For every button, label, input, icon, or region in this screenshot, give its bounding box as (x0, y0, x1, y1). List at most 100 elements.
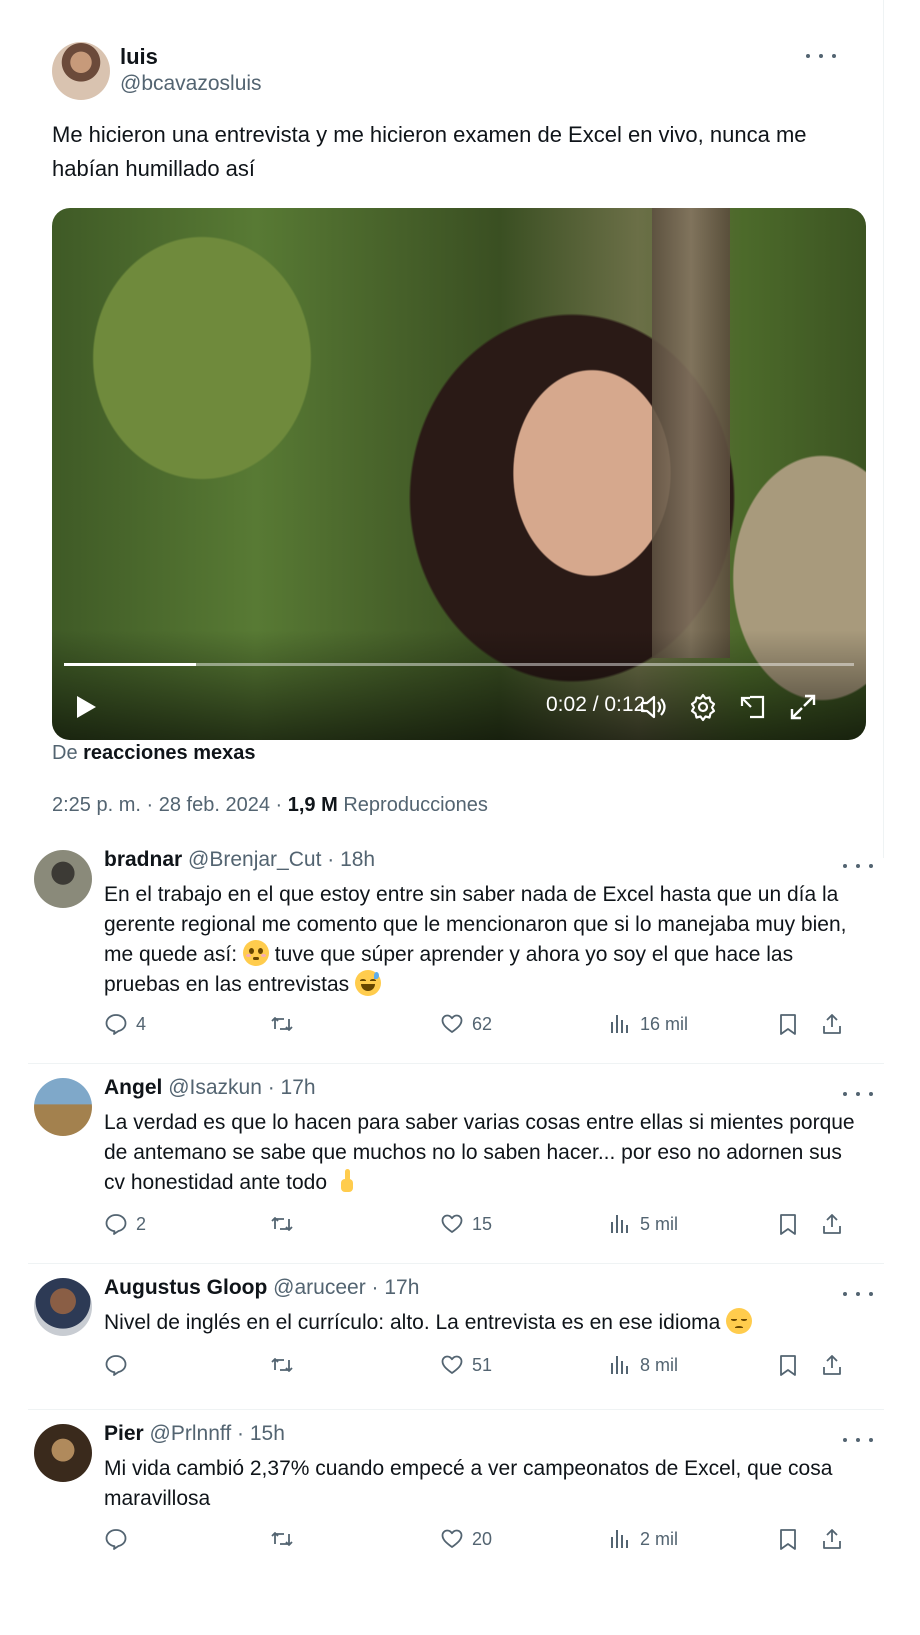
point-up-icon (333, 1168, 359, 1194)
video-source[interactable]: De reacciones mexas (52, 742, 255, 765)
avatar[interactable] (52, 42, 110, 100)
reply-author-name[interactable]: Augustus Gloop (104, 1276, 267, 1299)
reply-author-name[interactable]: Angel (104, 1076, 162, 1099)
avatar[interactable] (34, 1078, 92, 1136)
more-icon[interactable] (806, 46, 836, 66)
bookmark-button[interactable] (776, 1009, 800, 1039)
fullscreen-icon[interactable] (788, 692, 818, 722)
reply-icon (105, 1529, 127, 1550)
grinning-sweat-icon (354, 970, 381, 996)
video-player[interactable]: 0:02 / 0:12 (52, 208, 866, 740)
reply-tweet[interactable]: Augustus Gloop @aruceer · 17h Nivel de i… (28, 1264, 884, 1410)
like-button[interactable]: 20 (440, 1524, 492, 1554)
reply-text: Nivel de inglés en el currículo: alto. L… (104, 1308, 864, 1338)
reply-text: La verdad es que lo hacen para saber var… (104, 1111, 855, 1194)
source-prefix: De (52, 742, 78, 764)
reply-tweet[interactable]: bradnar @Brenjar_Cut · 18h En el trabajo… (28, 836, 884, 1064)
play-icon[interactable] (74, 694, 98, 720)
bookmark-button[interactable] (776, 1350, 800, 1380)
reply-meta[interactable]: @Prlnnff · 15h (150, 1422, 285, 1445)
bookmark-button[interactable] (776, 1209, 800, 1239)
volume-icon[interactable] (638, 692, 668, 722)
repost-button[interactable] (270, 1209, 302, 1239)
share-icon (823, 1355, 841, 1375)
settings-gear-icon[interactable] (688, 692, 718, 722)
video-progress-fill (64, 663, 196, 666)
share-button[interactable] (820, 1009, 844, 1039)
reply-button[interactable]: 2 (104, 1209, 146, 1239)
share-icon (823, 1014, 841, 1034)
more-icon[interactable] (843, 1284, 873, 1304)
more-icon[interactable] (843, 1084, 873, 1104)
reply-button[interactable]: 4 (104, 1009, 146, 1039)
avatar[interactable] (34, 1424, 92, 1482)
reply-icon (105, 1355, 127, 1376)
reply-button[interactable] (104, 1524, 136, 1554)
views-icon (611, 1356, 628, 1374)
reply-author-name[interactable]: Pier (104, 1422, 144, 1445)
share-button[interactable] (820, 1524, 844, 1554)
like-button[interactable]: 15 (440, 1209, 492, 1239)
share-icon (823, 1529, 841, 1549)
heart-icon (441, 1355, 463, 1374)
reply-meta[interactable]: @aruceer · 17h (273, 1276, 419, 1299)
avatar[interactable] (34, 1278, 92, 1336)
reply-button[interactable] (104, 1350, 136, 1380)
views-button[interactable]: 5 mil (608, 1209, 678, 1239)
author-handle[interactable]: @bcavazosluis (120, 72, 262, 96)
heart-icon (441, 1529, 463, 1548)
avatar[interactable] (34, 850, 92, 908)
reply-icon (105, 1214, 127, 1235)
bookmark-icon (780, 1529, 796, 1550)
like-button[interactable]: 51 (440, 1350, 492, 1380)
share-button[interactable] (820, 1350, 844, 1380)
pensive-face-icon (726, 1308, 753, 1334)
picture-in-picture-icon[interactable] (738, 692, 768, 722)
repost-button[interactable] (270, 1524, 302, 1554)
views-icon (611, 1215, 628, 1233)
reply-meta[interactable]: @Brenjar_Cut · 18h (188, 848, 375, 871)
video-progress-bar[interactable] (64, 663, 854, 666)
heart-icon (441, 1014, 463, 1033)
views-button[interactable]: 2 mil (608, 1524, 678, 1554)
views-icon (611, 1530, 628, 1548)
view-count: 1,9 M (287, 794, 338, 816)
reply-actions: 20 2 mil (104, 1524, 874, 1554)
more-icon[interactable] (843, 856, 873, 876)
bookmark-icon (780, 1214, 796, 1235)
repost-button[interactable] (270, 1009, 302, 1039)
repost-icon (271, 1532, 293, 1546)
share-button[interactable] (820, 1209, 844, 1239)
repost-button[interactable] (270, 1350, 302, 1380)
author-name[interactable]: luis (120, 44, 158, 70)
tweet-time[interactable]: 2:25 p. m. (52, 794, 141, 816)
reply-meta[interactable]: @Isazkun · 17h (168, 1076, 315, 1099)
tweet-date[interactable]: 28 feb. 2024 (159, 794, 270, 816)
repost-icon (271, 1017, 293, 1031)
views-button[interactable]: 16 mil (608, 1009, 688, 1039)
bookmark-button[interactable] (776, 1524, 800, 1554)
share-icon (823, 1214, 841, 1234)
more-icon[interactable] (843, 1430, 873, 1450)
reply-tweet[interactable]: Angel @Isazkun · 17h La verdad es que lo… (28, 1064, 884, 1264)
views-icon (611, 1015, 628, 1033)
source-name[interactable]: reacciones mexas (83, 742, 255, 764)
video-frame (652, 208, 730, 658)
reply-tweet[interactable]: Pier @Prlnnff · 15h Mi vida cambió 2,37%… (28, 1410, 884, 1635)
main-tweet: luis @bcavazosluis Me hicieron una entre… (28, 0, 884, 858)
tweet-meta: 2:25 p. m. · 28 feb. 2024 · 1,9 M Reprod… (52, 794, 488, 816)
bookmark-icon (780, 1014, 796, 1035)
bookmark-icon (780, 1355, 796, 1376)
reply-actions: 51 8 mil (104, 1350, 874, 1380)
like-button[interactable]: 62 (440, 1009, 492, 1039)
reply-author-name[interactable]: bradnar (104, 848, 182, 871)
reply-text: En el trabajo en el que estoy entre sin … (104, 883, 847, 996)
reply-actions: 2 15 5 mil (104, 1209, 874, 1239)
reply-actions: 4 62 16 mil (104, 1009, 874, 1039)
reply-icon (105, 1014, 127, 1035)
reply-text: Mi vida cambió 2,37% cuando empecé a ver… (104, 1457, 833, 1510)
view-count-label: Reproducciones (343, 794, 488, 816)
heart-icon (441, 1214, 463, 1233)
views-button[interactable]: 8 mil (608, 1350, 678, 1380)
video-time: 0:02 / 0:12 (546, 693, 646, 716)
